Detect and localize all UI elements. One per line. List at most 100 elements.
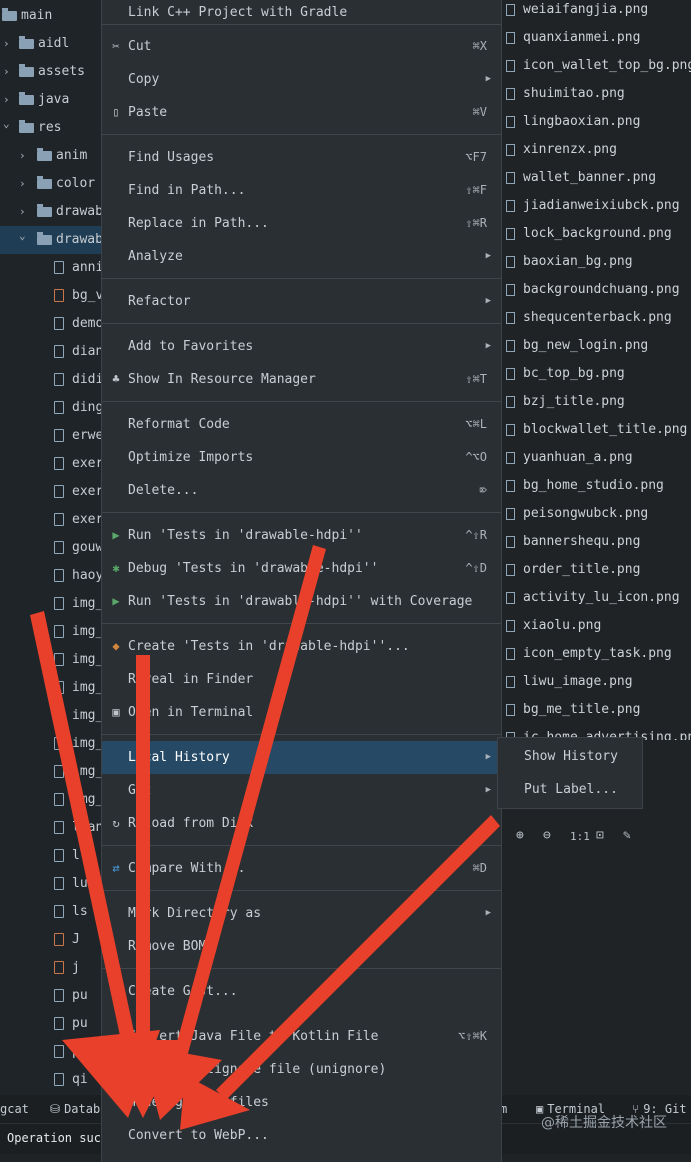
tree-item[interactable]: anni [0,254,104,282]
file-list-item[interactable]: bg_home_studio.png [500,472,691,500]
actual-size-button[interactable]: 1:1 [570,830,590,843]
tree-item[interactable]: › color [0,170,104,198]
file-list-item[interactable]: order_title.png [500,556,691,584]
tree-item[interactable]: img_ [0,758,104,786]
tree-item[interactable]: img_ [0,702,104,730]
tree-item[interactable]: bg_v [0,282,104,310]
menu-item-git[interactable]: Git ▶ [102,774,501,807]
file-list-item[interactable]: blockwallet_title.png [500,416,691,444]
file-list-item[interactable]: bzj_title.png [500,388,691,416]
file-list-item[interactable]: xiaolu.png [500,612,691,640]
menu-item-analyze[interactable]: Analyze ▶ [102,240,501,273]
file-list-item[interactable]: weiaifangjia.png [500,0,691,24]
menu-item-optimize-imports[interactable]: Optimize Imports ^⌥O [102,441,501,474]
file-list-item[interactable]: yuanhuan_a.png [500,444,691,472]
tool-window-tab[interactable]: ⛁ Datab [50,1102,100,1116]
file-list-item[interactable]: icon_empty_task.png [500,640,691,668]
tree-item[interactable]: lian [0,814,104,842]
tool-window-tab[interactable]: gcat [0,1102,29,1116]
menu-item-show-in-resource-manager[interactable]: ♣ Show In Resource Manager ⇧⌘T [102,363,501,396]
tree-item[interactable]: › aidl [0,30,104,58]
tree-item[interactable]: j [0,954,104,982]
file-list-item[interactable]: backgroundchuang.png [500,276,691,304]
menu-item-compare-with[interactable]: ⇄ Compare With... ⌘D [102,852,501,885]
tree-item[interactable]: › java [0,86,104,114]
chevron-right-icon[interactable]: › [19,142,29,170]
tree-item[interactable]: pu [0,1038,104,1066]
menu-item-create-tests-in-drawable-hdpi[interactable]: ◆ Create 'Tests in 'drawable-hdpi''... [102,630,501,663]
tree-item[interactable]: erwe [0,422,104,450]
menu-item-refactor[interactable]: Refactor ▶ [102,285,501,318]
tree-item[interactable]: img_ [0,618,104,646]
file-list-item[interactable]: bc_top_bg.png [500,360,691,388]
tree-item[interactable]: J [0,926,104,954]
fit-window-icon[interactable]: ⊡ [596,828,604,843]
file-list-item[interactable]: wallet_banner.png [500,164,691,192]
tree-item[interactable]: img_ [0,646,104,674]
menu-item-add-to-gitignore-file-unignore[interactable]: Add to .gitignore file (unignore) [102,1053,501,1086]
chevron-down-icon[interactable]: ⌄ [3,110,13,138]
file-list-item[interactable]: peisongwubck.png [500,500,691,528]
tree-item[interactable]: ding [0,394,104,422]
tree-item[interactable]: pu [0,1010,104,1038]
tree-item[interactable]: exer [0,450,104,478]
tree-item[interactable]: ls [0,898,104,926]
tree-item[interactable]: img_ [0,730,104,758]
file-list-item[interactable]: activity_lu_icon.png [500,584,691,612]
menu-item-reload-from-disk[interactable]: ↻ Reload from Disk [102,807,501,840]
menu-item-cut[interactable]: ✂ Cut ⌘X [102,30,501,63]
file-list-item[interactable]: liwu_image.png [500,668,691,696]
tree-item[interactable]: haoy [0,562,104,590]
menu-item-paste[interactable]: ▯ Paste ⌘V [102,96,501,129]
file-list-item[interactable]: bannershequ.png [500,528,691,556]
tree-item[interactable]: ⌄main [0,2,104,30]
file-list-item[interactable]: bg_me_title.png [500,696,691,724]
menu-item-put-label[interactable]: Put Label... [498,773,642,806]
chevron-right-icon[interactable]: › [19,170,29,198]
menu-item-add-to-favorites[interactable]: Add to Favorites ▶ [102,330,501,363]
menu-item-convert-to-webp[interactable]: Convert to WebP... [102,1119,501,1152]
menu-item-hide-ignored-files[interactable]: Hide ignored files [102,1086,501,1119]
tree-item[interactable]: qi [0,1066,104,1094]
tree-item[interactable]: demo [0,310,104,338]
tree-item[interactable]: exer [0,506,104,534]
menu-item-find-usages[interactable]: Find Usages ⌥F7 [102,141,501,174]
file-list-item[interactable]: shequcenterback.png [500,304,691,332]
menu-item-create-gist[interactable]: ◉ Create Gist... [102,975,501,1008]
chevron-right-icon[interactable]: › [3,58,13,86]
menu-item-mark-directory-as[interactable]: Mark Directory as ▶ [102,897,501,930]
file-list-item[interactable]: icon_wallet_top_bg.png [500,52,691,80]
menu-item-local-history[interactable]: Local History ▶ [102,741,501,774]
menu-item-run-tests-in-drawable-hdpi-with-coverage[interactable]: ▶ Run 'Tests in 'drawable-hdpi'' with Cov… [102,585,501,618]
file-list-item[interactable]: quanxianmei.png [500,24,691,52]
menu-item-reveal-in-finder[interactable]: Reveal in Finder [102,663,501,696]
menu-item-replace-in-path[interactable]: Replace in Path... ⇧⌘R [102,207,501,240]
menu-item-open-in-terminal[interactable]: ▣ Open in Terminal [102,696,501,729]
file-list-item[interactable]: jiadianweixiubck.png [500,192,691,220]
tree-item[interactable]: ⌄ drawab [0,226,104,254]
file-list-item[interactable]: lock_background.png [500,220,691,248]
chevron-down-icon[interactable]: ⌄ [19,222,29,250]
color-picker-icon[interactable]: ✎ [623,828,631,843]
zoom-out-icon[interactable]: ⊖ [543,828,551,843]
tree-item[interactable]: exer [0,478,104,506]
tree-item[interactable]: ⌄ res [0,114,104,142]
tree-item[interactable]: lus [0,870,104,898]
menu-item-run-tests-in-drawable-hdpi[interactable]: ▶ Run 'Tests in 'drawable-hdpi'' ^⇧R [102,519,501,552]
tree-item[interactable]: img_ [0,674,104,702]
tree-item[interactable]: › assets [0,58,104,86]
menu-item-reformat-code[interactable]: Reformat Code ⌥⌘L [102,408,501,441]
tree-item[interactable]: gouw [0,534,104,562]
tree-item[interactable]: lfe [0,842,104,870]
menu-item-copy[interactable]: Copy ▶ [102,63,501,96]
menu-item-debug-tests-in-drawable-hdpi[interactable]: ✱ Debug 'Tests in 'drawable-hdpi'' ^⇧D [102,552,501,585]
menu-item-remove-bom[interactable]: Remove BOM [102,930,501,963]
file-list-item[interactable]: lingbaoxian.png [500,108,691,136]
menu-item-delete[interactable]: Delete... ⌦ [102,474,501,507]
tree-item[interactable]: › anim [0,142,104,170]
chevron-right-icon[interactable]: › [3,30,13,58]
tree-item[interactable]: › drawab [0,198,104,226]
tree-item[interactable]: dian [0,338,104,366]
tree-item[interactable]: didi [0,366,104,394]
tree-item[interactable]: img_ [0,786,104,814]
